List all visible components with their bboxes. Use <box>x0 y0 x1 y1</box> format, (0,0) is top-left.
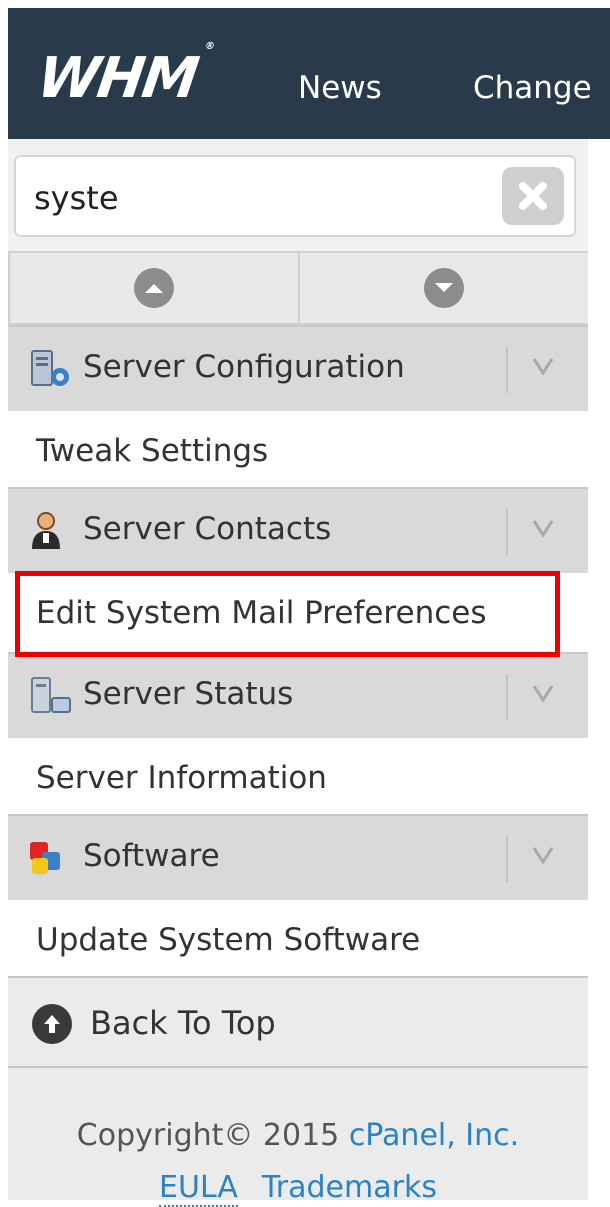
copyright-text: Copyright© 2015 <box>76 1118 349 1153</box>
item-label: Update System Software <box>36 922 421 958</box>
chevron-down-icon[interactable] <box>530 840 556 870</box>
chevron-down-icon[interactable] <box>530 678 556 708</box>
nav-change[interactable]: Change <box>473 70 592 106</box>
server-status-icon <box>31 677 71 713</box>
category-label: Server Contacts <box>83 511 332 547</box>
item-label: Edit System Mail Preferences <box>36 595 487 631</box>
category-label: Server Configuration <box>83 349 405 385</box>
scroll-up-button[interactable] <box>8 253 298 323</box>
list-item-tweak-settings[interactable]: Tweak Settings <box>8 411 588 487</box>
list-item-edit-system-mail-preferences[interactable]: Edit System Mail Preferences <box>8 573 588 649</box>
category-label: Server Status <box>83 676 294 712</box>
divider <box>506 674 508 720</box>
server-config-icon <box>31 350 69 386</box>
chevron-down-icon[interactable] <box>530 351 556 381</box>
whm-logo[interactable]: WHM ® <box>33 41 213 111</box>
arrow-up-icon <box>134 268 174 308</box>
copyright-line: Copyright© 2015 cPanel, Inc. <box>8 1118 588 1153</box>
top-bar: WHM ® News Change <box>8 8 610 139</box>
category-server-status[interactable]: Server Status <box>8 652 588 738</box>
category-server-configuration[interactable]: Server Configuration <box>8 325 588 411</box>
arrow-up-circle-icon <box>32 1004 72 1044</box>
nav-news[interactable]: News <box>298 70 382 106</box>
software-icon <box>30 842 60 874</box>
category-software[interactable]: Software <box>8 814 588 900</box>
chevron-down-icon[interactable] <box>530 513 556 543</box>
page-background <box>588 139 610 1200</box>
search-value: syste <box>34 179 119 217</box>
scroll-arrows <box>8 251 588 325</box>
item-label: Server Information <box>36 760 327 796</box>
list-item-server-information[interactable]: Server Information <box>8 738 588 814</box>
scroll-down-button[interactable] <box>298 253 588 323</box>
category-server-contacts[interactable]: Server Contacts <box>8 487 588 573</box>
list-item-update-system-software[interactable]: Update System Software <box>8 900 588 976</box>
back-to-top-button[interactable]: Back To Top <box>8 976 588 1068</box>
divider <box>506 347 508 393</box>
contacts-icon <box>32 512 60 549</box>
eula-link[interactable]: EULA <box>159 1170 238 1207</box>
divider <box>506 509 508 555</box>
clear-search-button[interactable] <box>502 167 564 225</box>
search-input[interactable]: syste <box>14 155 576 237</box>
cpanel-link[interactable]: cPanel, Inc. <box>349 1118 519 1153</box>
category-label: Software <box>83 838 220 874</box>
close-icon <box>519 182 547 210</box>
back-to-top-label: Back To Top <box>90 1004 276 1042</box>
search-area: syste <box>8 139 588 251</box>
footer: Copyright© 2015 cPanel, Inc. EULA Tradema… <box>8 1068 588 1207</box>
divider <box>506 836 508 882</box>
item-label: Tweak Settings <box>36 433 269 469</box>
arrow-down-icon <box>424 268 464 308</box>
